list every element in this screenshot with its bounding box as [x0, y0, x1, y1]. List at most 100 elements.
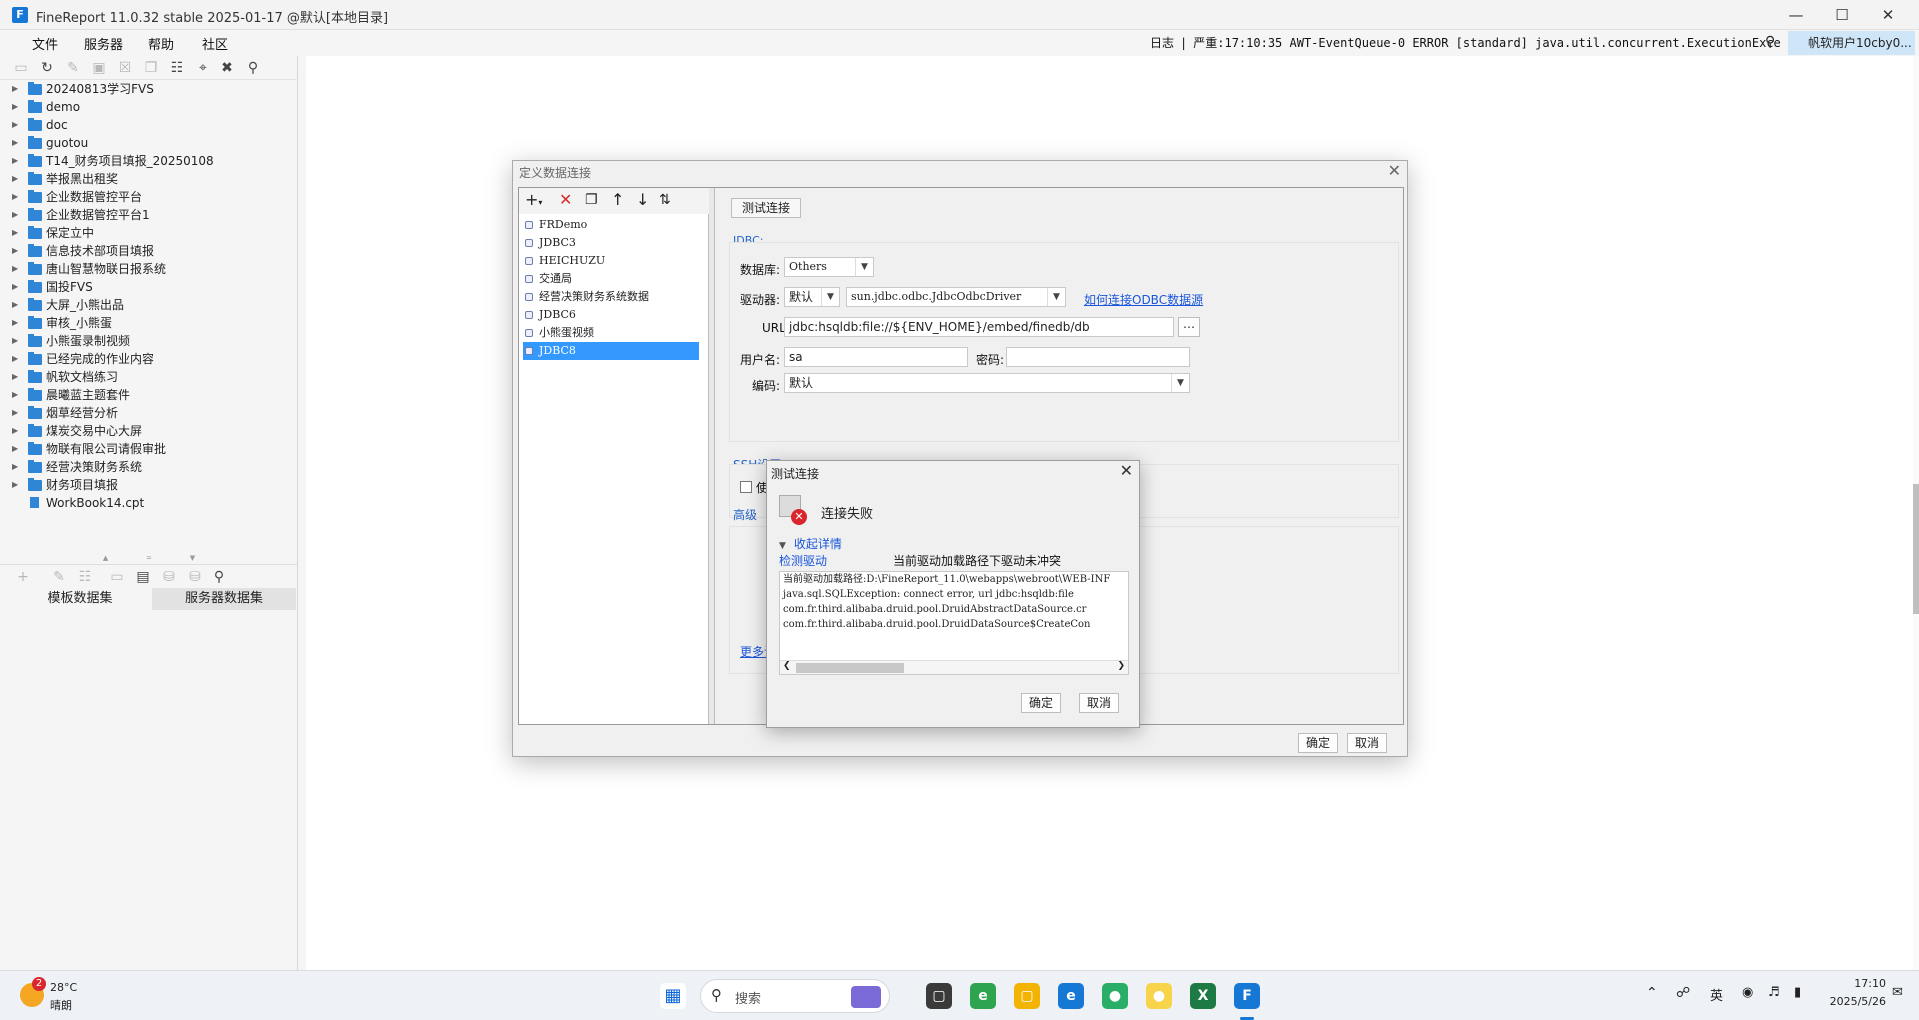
- clock-time[interactable]: 17:10: [1830, 977, 1886, 990]
- database-select[interactable]: Others ▼: [784, 257, 874, 277]
- scroll-right-icon[interactable]: ❯: [1117, 661, 1125, 671]
- lock-icon[interactable]: ▣: [90, 59, 108, 77]
- weather-temp[interactable]: 28°C: [50, 981, 77, 994]
- log-status[interactable]: 日志 | 严重:17:10:35 AWT-EventQueue-0 ERROR [s…: [1150, 30, 1780, 56]
- scrollbar-thumb[interactable]: [1913, 484, 1919, 614]
- tree-folder[interactable]: ▶ demo: [0, 98, 298, 116]
- password-input[interactable]: [1006, 347, 1190, 367]
- expand-arrow-icon[interactable]: ▶: [12, 116, 18, 134]
- tree-folder[interactable]: ▶ 企业数据管控平台: [0, 188, 298, 206]
- odbc-help-link[interactable]: 如何连接ODBC数据源: [1084, 291, 1203, 308]
- test-ok-button[interactable]: 确定: [1021, 693, 1061, 713]
- menu-community[interactable]: 社区: [202, 34, 228, 53]
- tab-server-dataset[interactable]: 服务器数据集: [152, 588, 296, 610]
- move-down-icon[interactable]: ↓: [636, 191, 649, 209]
- clock-date[interactable]: 2025/5/26: [1818, 995, 1886, 1008]
- connection-item[interactable]: 交通局: [523, 270, 699, 288]
- tree-folder[interactable]: ▶ doc: [0, 116, 298, 134]
- edge-icon[interactable]: e: [1058, 983, 1084, 1009]
- tree-folder[interactable]: ▶ 信息技术部项目填报: [0, 242, 298, 260]
- excel-icon[interactable]: X: [1190, 983, 1216, 1009]
- tree-folder[interactable]: ▶ 经营决策财务系统: [0, 458, 298, 476]
- connection-item[interactable]: 经营决策财务系统数据: [523, 288, 699, 306]
- wechat-icon[interactable]: ●: [1102, 983, 1128, 1009]
- expand-arrow-icon[interactable]: ▶: [12, 368, 18, 386]
- copy-icon[interactable]: ❐: [142, 59, 160, 77]
- close-icon[interactable]: ✕: [1388, 161, 1401, 180]
- locate-icon[interactable]: ⌖: [194, 59, 212, 77]
- chevron-up-icon[interactable]: ⌃: [1646, 985, 1658, 1001]
- close-window-button[interactable]: ✕: [1865, 0, 1911, 30]
- connection-item[interactable]: JDBC6: [523, 306, 699, 324]
- connection-item[interactable]: JDBC3: [523, 234, 699, 252]
- menu-file[interactable]: 文件: [32, 34, 58, 53]
- db-icon[interactable]: ⛁: [160, 568, 178, 586]
- tree-folder[interactable]: ▶ 国投FVS: [0, 278, 298, 296]
- tree-folder[interactable]: ▶ guotou: [0, 134, 298, 152]
- trash-icon[interactable]: ☷: [168, 59, 186, 77]
- menu-server[interactable]: 服务器: [84, 34, 123, 53]
- collapse-icon[interactable]: ✖: [218, 59, 236, 77]
- panel-splitter[interactable]: ▲ = ▼: [0, 554, 298, 564]
- tree-folder[interactable]: ▶ 20240813学习FVS: [0, 80, 298, 98]
- tree-folder[interactable]: ▶ 企业数据管控平台1: [0, 206, 298, 224]
- taskbar-search[interactable]: ⚲ 搜索: [700, 979, 890, 1013]
- expand-arrow-icon[interactable]: ▶: [12, 440, 18, 458]
- expand-arrow-icon[interactable]: ▶: [12, 80, 18, 98]
- check-driver-link[interactable]: 检测驱动: [779, 552, 827, 569]
- horizontal-scrollbar[interactable]: ❮ ❯: [780, 660, 1128, 674]
- tree-folder[interactable]: ▶ 烟草经营分析: [0, 404, 298, 422]
- delete-icon[interactable]: ☒: [116, 59, 134, 77]
- expand-arrow-icon[interactable]: ▶: [12, 260, 18, 278]
- driver-select[interactable]: sun.jdbc.odbc.JdbcOdbcDriver ▼: [846, 287, 1066, 307]
- maximize-button[interactable]: ☐: [1819, 0, 1865, 30]
- search-dataset-icon[interactable]: ⚲: [210, 568, 228, 586]
- url-input[interactable]: jdbc:hsqldb:file://${ENV_HOME}/embed/fin…: [784, 317, 1174, 337]
- tree-folder[interactable]: ▶ T14_财务项目填报_20250108: [0, 152, 298, 170]
- db-edit-icon[interactable]: ⛁: [186, 568, 204, 586]
- expand-arrow-icon[interactable]: ▶: [12, 278, 18, 296]
- move-up-icon[interactable]: ↑: [611, 191, 624, 209]
- tree-folder[interactable]: ▶ 帆软文档练习: [0, 368, 298, 386]
- expand-arrow-icon[interactable]: ▶: [12, 404, 18, 422]
- cancel-button[interactable]: 取消: [1347, 733, 1387, 753]
- scroll-left-icon[interactable]: ❮: [783, 661, 791, 671]
- ime-indicator[interactable]: 英: [1710, 985, 1723, 1004]
- delete-connection-icon[interactable]: ✕: [559, 191, 572, 209]
- minimize-button[interactable]: —: [1773, 0, 1819, 30]
- tree-folder[interactable]: ▶ 唐山智慧物联日报系统: [0, 260, 298, 278]
- username-input[interactable]: sa: [784, 347, 968, 367]
- notification-icon[interactable]: ✉: [1892, 985, 1903, 1000]
- finereport-taskbar-icon[interactable]: F: [1234, 983, 1260, 1009]
- tree-folder[interactable]: ▶ 财务项目填报: [0, 476, 298, 494]
- more-icon[interactable]: ⋯: [1178, 317, 1200, 337]
- expand-arrow-icon[interactable]: ▶: [12, 332, 18, 350]
- expand-arrow-icon[interactable]: ▶: [12, 458, 18, 476]
- preview-icon[interactable]: ▭: [108, 568, 126, 586]
- edit-dataset-icon[interactable]: ✎: [50, 568, 68, 586]
- expand-arrow-icon[interactable]: ▶: [12, 152, 18, 170]
- expand-arrow-icon[interactable]: ▶: [12, 350, 18, 368]
- wifi-icon[interactable]: ◉: [1742, 985, 1753, 1000]
- add-dataset-icon[interactable]: +: [14, 568, 32, 586]
- log-label[interactable]: 日志: [1150, 36, 1174, 50]
- connection-item[interactable]: FRDemo: [523, 216, 699, 234]
- expand-arrow-icon[interactable]: ▶: [12, 206, 18, 224]
- windows-start-icon[interactable]: ▦: [660, 983, 686, 1009]
- expand-arrow-icon[interactable]: ▶: [12, 476, 18, 494]
- paw-app-icon[interactable]: ●: [1146, 983, 1172, 1009]
- expand-arrow-icon[interactable]: ▶: [12, 188, 18, 206]
- expand-arrow-icon[interactable]: ▶: [12, 296, 18, 314]
- tab-template-dataset[interactable]: 模板数据集: [8, 588, 152, 610]
- task-view-icon[interactable]: ▢: [926, 983, 952, 1009]
- close-icon[interactable]: ✕: [1120, 461, 1133, 480]
- driver-mode-select[interactable]: 默认 ▼: [784, 287, 840, 307]
- encoding-select[interactable]: 默认 ▼: [784, 373, 1190, 393]
- expand-arrow-icon[interactable]: ▶: [12, 134, 18, 152]
- expand-arrow-icon[interactable]: ▶: [12, 242, 18, 260]
- sort-icon[interactable]: ⇅: [659, 191, 671, 209]
- expand-arrow-icon[interactable]: ▶: [12, 170, 18, 188]
- copy-connection-icon[interactable]: ❐: [585, 191, 598, 209]
- expand-arrow-icon[interactable]: ▶: [12, 314, 18, 332]
- tree-folder[interactable]: ▶ 举报黑出租奖: [0, 170, 298, 188]
